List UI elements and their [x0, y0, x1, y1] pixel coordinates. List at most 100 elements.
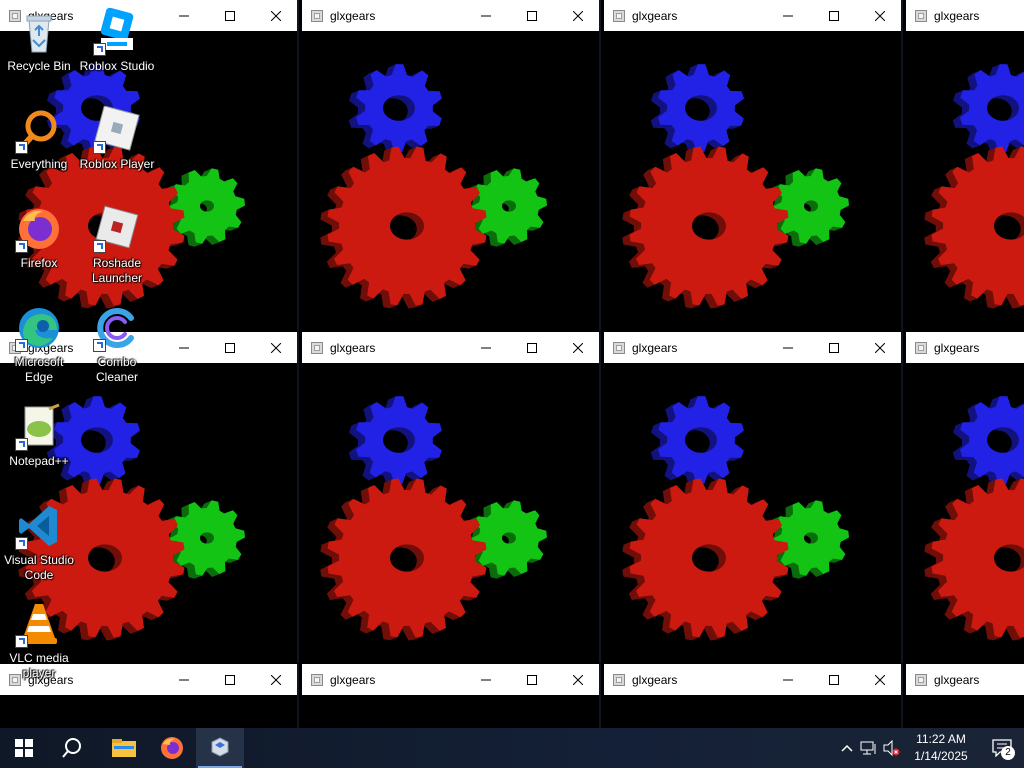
desktop-icon-vlc[interactable]: VLC media player [0, 600, 78, 681]
desktop-icon-everything[interactable]: Everything [0, 106, 78, 172]
close-button[interactable] [857, 332, 903, 363]
file-explorer-icon [112, 739, 136, 757]
glxgears-app-icon [311, 673, 323, 686]
desktop-icon-firefox[interactable]: Firefox [0, 205, 78, 271]
glxgears-app-icon [311, 9, 323, 22]
window-titlebar[interactable]: glxgears [604, 0, 903, 31]
minimize-button[interactable] [463, 332, 509, 363]
maximize-button[interactable] [811, 332, 857, 363]
search-button[interactable] [48, 728, 96, 768]
glxgears-window[interactable]: glxgears [302, 664, 601, 728]
minimize-icon [481, 679, 491, 680]
gears-drawing [320, 64, 547, 309]
window-title: glxgears [934, 8, 980, 23]
window-titlebar[interactable]: glxgears [906, 332, 1024, 363]
window-titlebar[interactable]: glxgears [906, 664, 1024, 695]
network-button[interactable] [858, 728, 880, 768]
desktop-icon-roshade-launcher[interactable]: Roshade Launcher [78, 205, 156, 286]
glxgears-window[interactable]: glxgears [906, 664, 1024, 728]
glxgears-window[interactable]: glxgears [906, 332, 1024, 663]
glxgears-window[interactable]: glxgears [302, 332, 601, 663]
glxgears-window[interactable]: glxgears [906, 0, 1024, 331]
window-title: glxgears [330, 340, 376, 355]
taskbar: 11:22 AM 1/14/2025 2 [0, 728, 1024, 768]
close-button[interactable] [857, 664, 903, 695]
start-button[interactable] [0, 728, 48, 768]
minimize-button[interactable] [463, 664, 509, 695]
gears-drawing [320, 396, 547, 641]
maximize-button[interactable] [509, 664, 555, 695]
notification-count-badge: 2 [1001, 746, 1015, 760]
maximize-button[interactable] [509, 0, 555, 31]
minimize-button[interactable] [161, 332, 207, 363]
window-titlebar[interactable]: glxgears [302, 0, 601, 31]
close-button[interactable] [253, 664, 299, 695]
minimize-button[interactable] [161, 664, 207, 695]
glxgears-window[interactable]: glxgears [604, 332, 903, 663]
glxgears-window[interactable]: glxgears [604, 664, 903, 728]
desktop-icon-label: Notepad++ [9, 454, 69, 468]
close-icon [271, 10, 281, 21]
gears-canvas [604, 31, 903, 331]
taskbar-glxgears[interactable] [196, 728, 244, 768]
search-icon [62, 738, 81, 758]
maximize-button[interactable] [811, 0, 857, 31]
close-button[interactable] [555, 0, 601, 31]
clock[interactable]: 11:22 AM 1/14/2025 [902, 731, 980, 765]
volume-button[interactable] [880, 728, 902, 768]
show-hidden-icons-button[interactable] [836, 728, 858, 768]
taskbar-firefox[interactable] [148, 728, 196, 768]
desktop-icon-roblox-player[interactable]: Roblox Player [78, 106, 156, 172]
window-titlebar[interactable]: glxgears [604, 332, 903, 363]
glxgears-app-icon [613, 341, 625, 354]
window-titlebar[interactable]: glxgears [604, 664, 903, 695]
close-icon [271, 674, 281, 685]
minimize-icon [783, 347, 793, 348]
close-button[interactable] [555, 332, 601, 363]
notification-center-button[interactable]: 2 [980, 728, 1024, 768]
desktop-icon-notepad-plus-plus[interactable]: Notepad++ [0, 403, 78, 469]
maximize-icon [829, 674, 839, 685]
window-title: glxgears [934, 672, 980, 687]
minimize-icon [783, 679, 793, 680]
glxgears-window[interactable]: glxgears [302, 0, 601, 331]
glxgears-app-icon [311, 341, 323, 354]
desktop-icon-label: Visual Studio Code [4, 553, 74, 582]
close-button[interactable] [857, 0, 903, 31]
close-button[interactable] [253, 0, 299, 31]
window-titlebar[interactable]: glxgears [302, 332, 601, 363]
clock-date: 1/14/2025 [914, 749, 968, 763]
desktop-icon-combo-cleaner[interactable]: Combo Cleaner [78, 304, 156, 385]
minimize-button[interactable] [463, 0, 509, 31]
window-titlebar[interactable]: glxgears [302, 664, 601, 695]
maximize-button[interactable] [207, 0, 253, 31]
maximize-button[interactable] [811, 664, 857, 695]
maximize-button[interactable] [509, 332, 555, 363]
shortcut-arrow-icon [93, 141, 106, 154]
gears-drawing [622, 396, 849, 641]
close-icon [573, 342, 583, 353]
desktop-icon-roblox-studio[interactable]: Roblox Studio [78, 8, 156, 74]
shortcut-arrow-icon [15, 537, 28, 550]
desktop-icon-label: Recycle Bin [7, 59, 71, 73]
window-title: glxgears [632, 8, 678, 23]
minimize-button[interactable] [765, 664, 811, 695]
glxgears-window[interactable]: glxgears [604, 0, 903, 331]
minimize-button[interactable] [765, 0, 811, 31]
gears-canvas [302, 363, 601, 663]
close-button[interactable] [253, 332, 299, 363]
desktop-icon-recycle-bin[interactable]: Recycle Bin [0, 8, 78, 74]
window-titlebar[interactable]: glxgears [906, 0, 1024, 31]
glxgears-app-icon [915, 673, 927, 686]
desktop-icon-microsoft-edge[interactable]: Microsoft Edge [0, 304, 78, 385]
maximize-button[interactable] [207, 664, 253, 695]
minimize-button[interactable] [765, 332, 811, 363]
close-button[interactable] [555, 664, 601, 695]
window-title: glxgears [934, 340, 980, 355]
maximize-button[interactable] [207, 332, 253, 363]
vlc-icon [15, 600, 63, 648]
volume-muted-icon [883, 740, 900, 756]
minimize-button[interactable] [161, 0, 207, 31]
taskbar-file-explorer[interactable] [100, 728, 148, 768]
desktop-icon-vscode[interactable]: Visual Studio Code [0, 502, 78, 583]
